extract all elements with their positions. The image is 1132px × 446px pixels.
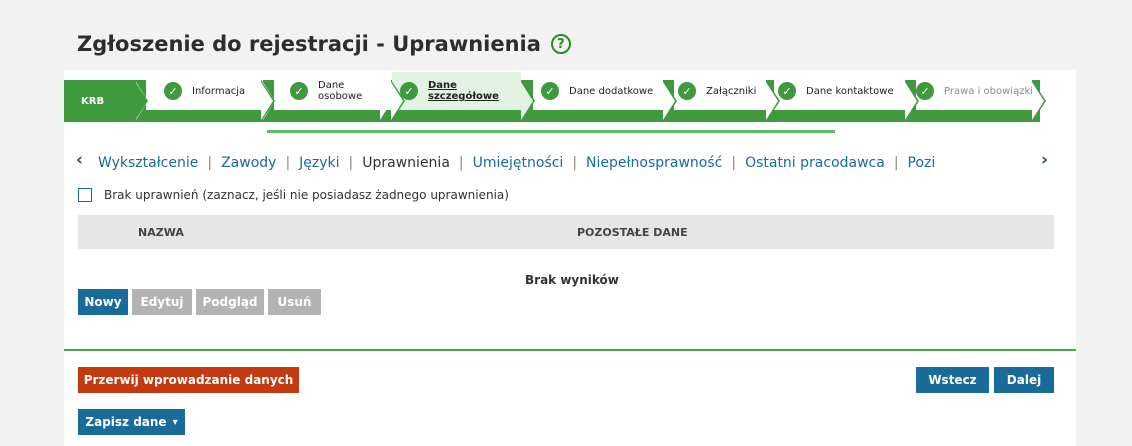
page-title: Zgłoszenie do rejestracji - Uprawnienia …	[77, 32, 571, 56]
save-data-button[interactable]: Zapisz dane ▾	[78, 409, 185, 435]
step-progress-bar	[267, 130, 835, 133]
stepper-chevron	[1032, 82, 1044, 120]
no-permissions-label[interactable]: Brak uprawnień (zaznacz, jeśli nie posia…	[104, 188, 509, 202]
stepper-item-label: Dane szczegółowe	[428, 80, 499, 102]
tab-separator: |	[348, 155, 354, 171]
stepper-chevron	[905, 82, 917, 120]
edit-button[interactable]: Edytuj	[132, 289, 192, 315]
stepper-item-zalaczniki[interactable]: ✓ Załączniki	[674, 72, 766, 110]
stepper-item-dane-kontaktowe[interactable]: ✓ Dane kontaktowe	[774, 72, 905, 110]
tab-ostatni-pracodawca[interactable]: Ostatni pracodawca	[745, 155, 885, 171]
tab-niepelnosprawnosc[interactable]: Niepełnosprawność	[586, 155, 722, 171]
tab-separator: |	[572, 155, 578, 171]
tab-separator: |	[731, 155, 737, 171]
table-header: NAZWA POZOSTAŁE DANE	[78, 215, 1054, 249]
check-icon: ✓	[678, 82, 696, 100]
stepper-item-krb[interactable]: KRB	[64, 80, 124, 122]
stepper-item-informacja[interactable]: ✓ Informacja	[146, 72, 263, 110]
column-header-name[interactable]: NAZWA	[138, 226, 184, 239]
tab-uprawnienia[interactable]: Uprawnienia	[362, 155, 450, 171]
stepper-chevron	[521, 82, 533, 120]
next-button[interactable]: Dalej	[994, 367, 1054, 393]
tab-umiejetnosci[interactable]: Umiejętności	[473, 155, 564, 171]
tab-pozostale[interactable]: Pozi	[908, 155, 936, 171]
tab-jezyki[interactable]: Języki	[299, 155, 339, 171]
stepper-item-label: Prawa i obowiązki	[944, 85, 1032, 97]
back-button[interactable]: Wstecz	[916, 367, 989, 393]
stepper-item-label: Informacja	[192, 85, 246, 97]
stepper-chevron	[391, 82, 403, 120]
no-permissions-row: Brak uprawnień (zaznacz, jeśli nie posia…	[78, 188, 509, 202]
stepper-item-label: Dane dodatkowe	[569, 85, 654, 97]
check-icon: ✓	[778, 82, 796, 100]
stepper-chevron	[261, 82, 273, 120]
tab-separator: |	[893, 155, 899, 171]
delete-button[interactable]: Usuń	[268, 289, 321, 315]
main-panel: KRB ✓ Informacja ✓ Dane osobowe ✓ Dane s…	[64, 70, 1076, 446]
tab-separator: |	[458, 155, 464, 171]
stepper-item-label: Dane kontaktowe	[806, 85, 894, 97]
new-button[interactable]: Nowy	[78, 289, 128, 315]
empty-results-text: Brak wyników	[525, 273, 619, 287]
check-icon: ✓	[290, 82, 308, 100]
subtabs: Wykształcenie | Zawody | Języki | Uprawn…	[98, 152, 1034, 174]
stepper-chevron	[766, 82, 778, 120]
tab-wyksztalcenie[interactable]: Wykształcenie	[98, 155, 198, 171]
stepper-item-prawa[interactable]: ✓ Prawa i obowiązki	[916, 72, 1032, 110]
tabs-right-arrow-icon[interactable]: ›	[1041, 150, 1048, 170]
tabs-left-arrow-icon[interactable]: ‹	[76, 150, 83, 170]
page-title-text: Zgłoszenie do rejestracji - Uprawnienia	[77, 32, 541, 56]
check-icon: ✓	[164, 82, 182, 100]
check-icon: ✓	[541, 82, 559, 100]
stepper-item-dane-dodatkowe[interactable]: ✓ Dane dodatkowe	[533, 72, 663, 110]
tab-zawody[interactable]: Zawody	[221, 155, 276, 171]
help-icon[interactable]: ?	[550, 34, 571, 54]
abort-entry-button[interactable]: Przerwij wprowadzanie danych	[78, 367, 299, 393]
stepper-chevron	[134, 80, 148, 122]
stepper-item-dane-osobowe[interactable]: ✓ Dane osobowe	[274, 72, 391, 110]
no-permissions-checkbox[interactable]	[78, 188, 92, 202]
tab-separator: |	[285, 155, 291, 171]
stepper-chevron	[663, 82, 675, 120]
tab-separator: |	[207, 155, 213, 171]
column-header-other[interactable]: POZOSTAŁE DANE	[577, 226, 688, 239]
caret-down-icon: ▾	[172, 416, 178, 428]
stepper-item-dane-szczegolowe[interactable]: ✓ Dane szczegółowe	[392, 72, 521, 110]
section-divider	[64, 349, 1076, 351]
stepper-item-label: Załączniki	[706, 85, 757, 97]
preview-button[interactable]: Podgląd	[196, 289, 264, 315]
save-data-label: Zapisz dane	[85, 415, 167, 429]
